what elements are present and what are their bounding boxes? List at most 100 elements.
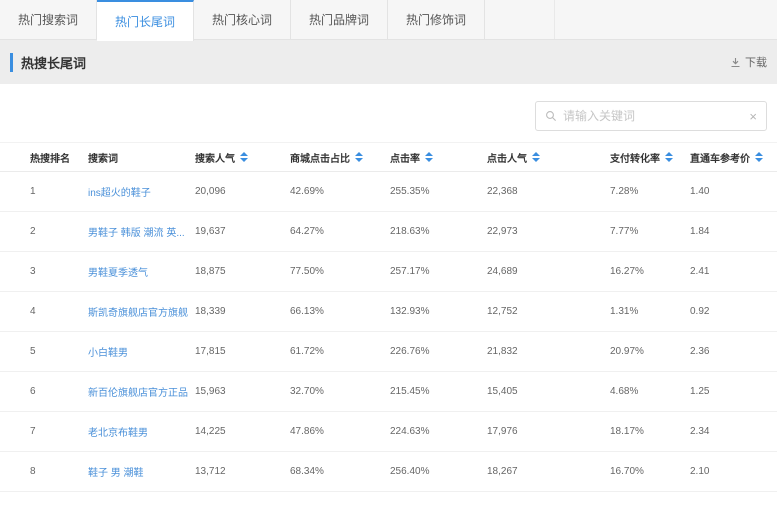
click-popularity-cell: 24,689 xyxy=(487,266,610,277)
click-rate-cell: 215.45% xyxy=(390,386,487,397)
sort-icon[interactable] xyxy=(665,152,673,162)
sort-icon[interactable] xyxy=(355,152,363,162)
pay-conversion-cell: 4.68% xyxy=(610,386,690,397)
rank-cell: 3 xyxy=(30,266,88,277)
keyword-link[interactable]: 男鞋夏季透气 xyxy=(88,264,195,279)
col-header-label: 直通车参考价 xyxy=(690,150,750,165)
search-popularity-cell: 19,637 xyxy=(195,226,290,237)
col-header-click-rate: 点击率 xyxy=(390,150,487,165)
ztc-ref-price-cell: 2.10 xyxy=(690,466,777,477)
col-header-keyword: 搜索词 xyxy=(88,150,195,165)
tab-hot-search-words[interactable]: 热门搜索词 xyxy=(0,0,97,39)
search-popularity-cell: 18,339 xyxy=(195,306,290,317)
mall-click-share-cell: 42.69% xyxy=(290,186,390,197)
col-header-label: 搜索人气 xyxy=(195,150,235,165)
rank-cell: 8 xyxy=(30,466,88,477)
mall-click-share-cell: 66.13% xyxy=(290,306,390,317)
clear-search-icon[interactable]: × xyxy=(745,110,757,123)
ztc-ref-price-cell: 1.25 xyxy=(690,386,777,397)
keyword-search-box: × xyxy=(535,101,767,131)
tab-hot-longtail-words[interactable]: 热门长尾词 xyxy=(97,0,194,41)
table-row: 4 斯凯奇旗舰店官方旗舰 18,339 66.13% 132.93% 12,75… xyxy=(0,292,777,332)
mall-click-share-cell: 32.70% xyxy=(290,386,390,397)
tab-hot-core-words[interactable]: 热门核心词 xyxy=(194,0,291,39)
col-header-label: 点击率 xyxy=(390,150,420,165)
search-input[interactable] xyxy=(563,109,745,123)
download-icon xyxy=(730,57,741,68)
pay-conversion-cell: 16.70% xyxy=(610,466,690,477)
tab-hot-modifier-words[interactable]: 热门修饰词 xyxy=(388,0,485,39)
search-icon xyxy=(545,110,557,122)
col-header-label: 点击人气 xyxy=(487,150,527,165)
rank-cell: 4 xyxy=(30,306,88,317)
click-rate-cell: 132.93% xyxy=(390,306,487,317)
pay-conversion-cell: 18.17% xyxy=(610,426,690,437)
click-popularity-cell: 15,405 xyxy=(487,386,610,397)
click-popularity-cell: 12,752 xyxy=(487,306,610,317)
click-rate-cell: 255.35% xyxy=(390,186,487,197)
col-header-label: 热搜排名 xyxy=(30,150,70,165)
col-header-ztc-ref-price: 直通车参考价 xyxy=(690,150,777,165)
ztc-ref-price-cell: 2.34 xyxy=(690,426,777,437)
download-button[interactable]: 下载 xyxy=(730,54,767,70)
ztc-ref-price-cell: 1.40 xyxy=(690,186,777,197)
sort-icon[interactable] xyxy=(240,152,248,162)
keyword-link[interactable]: 斯凯奇旗舰店官方旗舰 xyxy=(88,304,195,319)
ztc-ref-price-cell: 2.36 xyxy=(690,346,777,357)
search-popularity-cell: 15,963 xyxy=(195,386,290,397)
section-header-strip: 热搜长尾词 下载 xyxy=(0,40,777,84)
click-rate-cell: 256.40% xyxy=(390,466,487,477)
click-rate-cell: 226.76% xyxy=(390,346,487,357)
col-header-mall-click-share: 商城点击占比 xyxy=(290,150,390,165)
rank-cell: 6 xyxy=(30,386,88,397)
search-popularity-cell: 13,712 xyxy=(195,466,290,477)
mall-click-share-cell: 47.86% xyxy=(290,426,390,437)
keyword-link[interactable]: 老北京布鞋男 xyxy=(88,424,195,439)
rank-cell: 1 xyxy=(30,186,88,197)
click-popularity-cell: 22,368 xyxy=(487,186,610,197)
sort-icon[interactable] xyxy=(755,152,763,162)
sort-icon[interactable] xyxy=(425,152,433,162)
pay-conversion-cell: 7.28% xyxy=(610,186,690,197)
search-popularity-cell: 17,815 xyxy=(195,346,290,357)
download-label: 下载 xyxy=(745,54,767,70)
table-row: 6 新百伦旗舰店官方正品 15,963 32.70% 215.45% 15,40… xyxy=(0,372,777,412)
table-row: 1 ins超火的鞋子 20,096 42.69% 255.35% 22,368 … xyxy=(0,172,777,212)
keyword-link[interactable]: 小白鞋男 xyxy=(88,344,195,359)
sort-icon[interactable] xyxy=(532,152,540,162)
keyword-link[interactable]: 鞋子 男 潮鞋 xyxy=(88,464,195,479)
top-tab-bar: 热门搜索词 热门长尾词 热门核心词 热门品牌词 热门修饰词 xyxy=(0,0,777,40)
keyword-link[interactable]: ins超火的鞋子 xyxy=(88,184,195,199)
col-header-search-popularity: 搜索人气 xyxy=(195,150,290,165)
pay-conversion-cell: 1.31% xyxy=(610,306,690,317)
click-rate-cell: 257.17% xyxy=(390,266,487,277)
rank-cell: 7 xyxy=(30,426,88,437)
col-header-label: 搜索词 xyxy=(88,150,118,165)
keyword-link[interactable]: 男鞋子 韩版 潮流 英... xyxy=(88,224,195,239)
click-popularity-cell: 21,832 xyxy=(487,346,610,357)
table-row: 8 鞋子 男 潮鞋 13,712 68.34% 256.40% 18,267 1… xyxy=(0,452,777,492)
col-header-label: 商城点击占比 xyxy=(290,150,350,165)
col-header-rank: 热搜排名 xyxy=(30,150,88,165)
col-header-label: 支付转化率 xyxy=(610,150,660,165)
click-rate-cell: 218.63% xyxy=(390,226,487,237)
keyword-table: 热搜排名 搜索词 搜索人气 商城点击占比 点击率 点击人气 支付 xyxy=(0,142,777,492)
ztc-ref-price-cell: 2.41 xyxy=(690,266,777,277)
col-header-click-popularity: 点击人气 xyxy=(487,150,610,165)
main-content: × 热搜排名 搜索词 搜索人气 商城点击占比 点击率 xyxy=(0,84,777,492)
keyword-link[interactable]: 新百伦旗舰店官方正品 xyxy=(88,384,195,399)
table-row: 2 男鞋子 韩版 潮流 英... 19,637 64.27% 218.63% 2… xyxy=(0,212,777,252)
table-row: 7 老北京布鞋男 14,225 47.86% 224.63% 17,976 18… xyxy=(0,412,777,452)
table-row: 3 男鞋夏季透气 18,875 77.50% 257.17% 24,689 16… xyxy=(0,252,777,292)
ztc-ref-price-cell: 1.84 xyxy=(690,226,777,237)
table-row: 5 小白鞋男 17,815 61.72% 226.76% 21,832 20.9… xyxy=(0,332,777,372)
tab-hot-brand-words[interactable]: 热门品牌词 xyxy=(291,0,388,39)
click-popularity-cell: 18,267 xyxy=(487,466,610,477)
search-popularity-cell: 18,875 xyxy=(195,266,290,277)
search-popularity-cell: 20,096 xyxy=(195,186,290,197)
rank-cell: 2 xyxy=(30,226,88,237)
col-header-pay-conversion: 支付转化率 xyxy=(610,150,690,165)
click-rate-cell: 224.63% xyxy=(390,426,487,437)
mall-click-share-cell: 77.50% xyxy=(290,266,390,277)
mall-click-share-cell: 64.27% xyxy=(290,226,390,237)
